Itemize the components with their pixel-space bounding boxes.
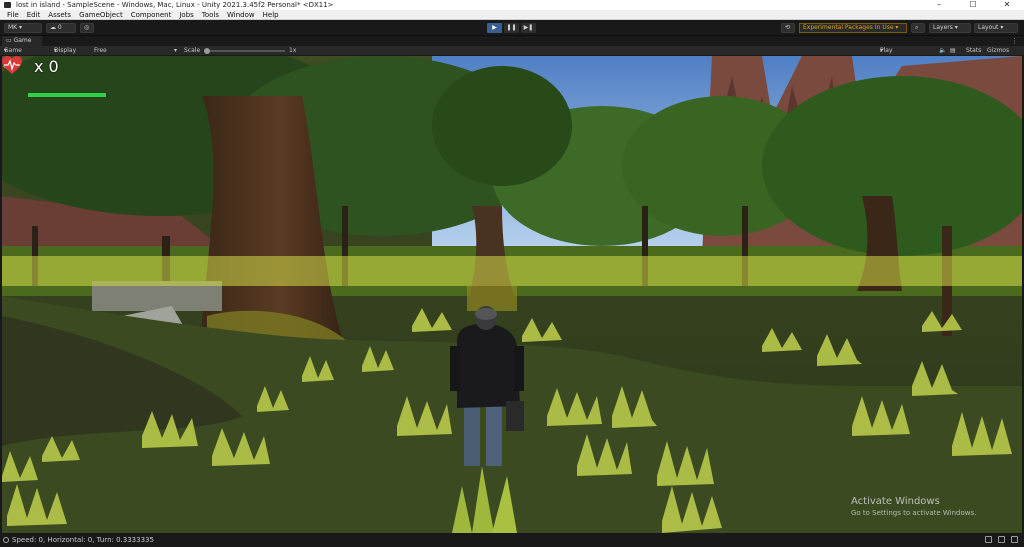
aspect-chevron-icon[interactable]: ▾ [174,46,177,56]
close-button[interactable]: ✕ [990,0,1024,10]
layout-label: Layout [978,24,999,31]
console-message[interactable]: Speed: 0, Horizontal: 0, Turn: 0.3333335 [12,536,154,544]
game-scene [2,56,1022,533]
scale-slider-handle[interactable] [204,48,210,54]
account-dropdown[interactable]: MK ▾ [4,23,42,33]
menu-gameobject[interactable]: GameObject [75,10,127,19]
play-button[interactable]: ▶ [487,23,502,33]
collab-count: 0 [57,24,62,31]
menu-window[interactable]: Window [223,10,259,19]
menu-help[interactable]: Help [259,10,283,19]
layers-dropdown[interactable]: Layers ▾ [929,23,971,33]
health-bar [28,93,108,97]
step-button[interactable]: ▶❚ [521,23,536,33]
gizmos-button[interactable]: Gizmos [987,46,1009,56]
scale-value: 1x [289,47,297,54]
tab-bar: ▭ Game ⋮ [0,36,1024,46]
game-tab-icon: ▭ [6,37,12,44]
account-label: MK [8,24,18,31]
pause-icon: ❚❚ [506,24,517,31]
history-icon: ⟲ [785,24,791,31]
window-title-bar: lost in island - SampleScene - Windows, … [0,0,1024,10]
search-button[interactable]: ⌕ [911,23,925,33]
play-mode-dropdown[interactable]: Play Focused ▾ [880,46,905,64]
cache-server-icon[interactable] [998,536,1005,543]
scale-slider-track[interactable] [207,50,285,52]
experimental-packages-button[interactable]: Experimental Packages In Use ▾ [799,23,907,33]
minimize-button[interactable]: – [922,0,956,10]
status-icons [985,536,1018,543]
menu-assets[interactable]: Assets [44,10,75,19]
menu-component[interactable]: Component [127,10,176,19]
activate-windows-title: Activate Windows [851,496,940,507]
menu-jobs[interactable]: Jobs [175,10,197,19]
window-controls: – ☐ ✕ [922,0,1024,10]
layout-dropdown[interactable]: Layout ▾ [974,23,1018,33]
menu-file[interactable]: File [3,10,23,19]
collab-dropdown[interactable]: ☁ 0 [46,23,76,33]
maximize-button[interactable]: ☐ [956,0,990,10]
layers-label: Layers [933,24,953,31]
display-mode-dropdown[interactable]: Game ▾ [4,46,22,56]
services-button[interactable]: ◎ [80,23,94,33]
stats-icon: ▤ [950,47,956,54]
mute-audio-button[interactable]: 🔈 [939,46,946,56]
activate-windows-subtitle: Go to Settings to activate Windows. [851,509,977,517]
main-toolbar: MK ▾ ☁ 0 ◎ ▶ ❚❚ ▶❚ ⟲ Experimental Packag… [0,20,1024,36]
menu-edit[interactable]: Edit [23,10,45,19]
diagnostics-icon[interactable] [985,536,992,543]
progress-icon[interactable] [1011,536,1018,543]
cloud-icon: ☁ [50,24,56,31]
play-icon: ▶ [492,24,497,31]
menu-tools[interactable]: Tools [198,10,223,19]
step-icon: ▶❚ [523,24,534,31]
status-bar: Speed: 0, Horizontal: 0, Turn: 0.3333335 [0,533,1024,547]
search-icon: ⌕ [915,24,919,31]
display-dropdown[interactable]: Display 1 ▾ [54,46,76,64]
menu-bar: File Edit Assets GameObject Component Jo… [0,10,1024,20]
window-title: lost in island - SampleScene - Windows, … [16,1,334,9]
tab-game[interactable]: ▭ Game [2,36,42,46]
cloud-icon: ◎ [84,24,90,31]
item-counter: x 0 [34,57,59,76]
tab-game-label: Game [13,37,32,44]
heart-icon [2,56,22,74]
tab-menu-icon[interactable]: ⋮ [1011,36,1018,46]
info-icon [3,537,9,543]
scale-label: Scale [184,47,201,54]
game-view-bar: Game ▾ Display 1 ▾ Free Aspect ▾ Scale 1… [0,46,1024,64]
game-viewport[interactable]: x 0 Activate Windows Go to Settings to a… [2,56,1022,533]
stats-button[interactable]: Stats [966,46,981,56]
pause-button[interactable]: ❚❚ [504,23,519,33]
history-button[interactable]: ⟲ [781,23,795,33]
display-mode-label: Game [4,47,22,54]
health-bar-fill [28,93,106,97]
unity-icon [4,2,11,8]
